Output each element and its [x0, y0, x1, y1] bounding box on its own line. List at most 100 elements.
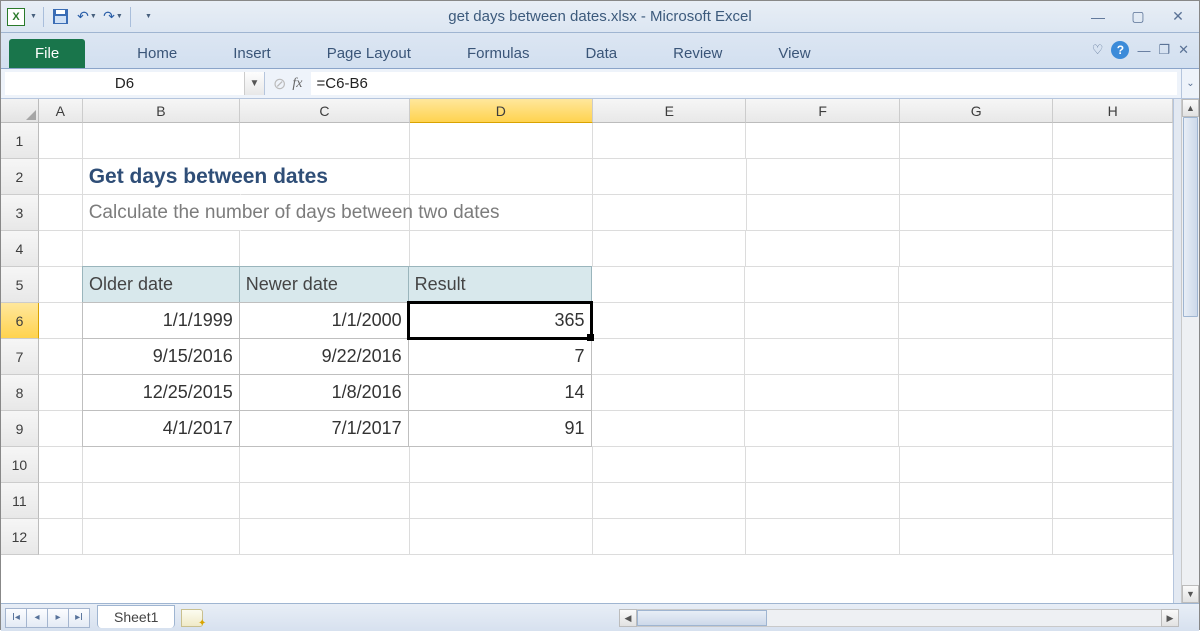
- row-header[interactable]: 9: [1, 411, 39, 447]
- scroll-thumb[interactable]: [637, 610, 767, 626]
- cell[interactable]: [746, 483, 899, 519]
- cell[interactable]: [592, 375, 746, 411]
- cell[interactable]: [39, 267, 83, 303]
- cell[interactable]: [39, 483, 83, 519]
- cell[interactable]: [240, 519, 409, 555]
- tab-review[interactable]: Review: [651, 39, 744, 68]
- minimize-button[interactable]: ―: [1085, 8, 1111, 26]
- select-all-corner[interactable]: [1, 99, 39, 123]
- cell[interactable]: [900, 519, 1053, 555]
- cell[interactable]: [1053, 303, 1173, 339]
- cell[interactable]: [746, 123, 899, 159]
- cell[interactable]: [899, 375, 1053, 411]
- cell[interactable]: [83, 447, 240, 483]
- cell[interactable]: [83, 519, 240, 555]
- col-header-c[interactable]: C: [240, 99, 409, 123]
- new-sheet-button[interactable]: [181, 609, 203, 627]
- cell[interactable]: [1053, 195, 1173, 231]
- cell[interactable]: 4/1/2017: [82, 410, 240, 447]
- cell[interactable]: [83, 483, 240, 519]
- close-button[interactable]: ✕: [1165, 8, 1191, 26]
- cell[interactable]: [746, 447, 899, 483]
- cell[interactable]: [1053, 267, 1173, 303]
- cell[interactable]: [745, 303, 899, 339]
- cell[interactable]: [83, 123, 240, 159]
- cancel-icon[interactable]: ⊘: [273, 74, 286, 94]
- cell[interactable]: [1053, 339, 1173, 375]
- tab-home[interactable]: Home: [115, 39, 199, 68]
- cell[interactable]: 1/1/2000: [239, 302, 409, 339]
- cell[interactable]: 7/1/2017: [239, 410, 409, 447]
- cell[interactable]: [747, 159, 900, 195]
- row-header[interactable]: 11: [1, 483, 39, 519]
- row-header[interactable]: 5: [1, 267, 39, 303]
- row-header[interactable]: 12: [1, 519, 39, 555]
- cell[interactable]: [240, 123, 409, 159]
- cell[interactable]: [593, 519, 746, 555]
- cell[interactable]: 9/15/2016: [82, 338, 240, 375]
- cell[interactable]: [1053, 375, 1173, 411]
- grid[interactable]: A B C D E F G H 12Get days between dates…: [1, 99, 1173, 603]
- cell[interactable]: [593, 195, 746, 231]
- sheet-tab[interactable]: Sheet1: [97, 605, 175, 628]
- cell[interactable]: [410, 231, 593, 267]
- cell[interactable]: [240, 483, 409, 519]
- cell[interactable]: [410, 159, 593, 195]
- tab-view[interactable]: View: [756, 39, 832, 68]
- cell[interactable]: [900, 195, 1053, 231]
- tab-insert[interactable]: Insert: [211, 39, 293, 68]
- cell[interactable]: [745, 375, 899, 411]
- cell[interactable]: [900, 123, 1053, 159]
- sheet-nav-last[interactable]: ▸I: [68, 608, 90, 628]
- horizontal-scrollbar[interactable]: ◀ ▶: [619, 609, 1179, 627]
- tab-data[interactable]: Data: [563, 39, 639, 68]
- cell[interactable]: [592, 339, 746, 375]
- tab-page-layout[interactable]: Page Layout: [305, 39, 433, 68]
- workbook-close-button[interactable]: ✕: [1178, 42, 1189, 58]
- cell[interactable]: 12/25/2015: [82, 374, 240, 411]
- cell[interactable]: [593, 483, 746, 519]
- cell[interactable]: [410, 519, 593, 555]
- cell[interactable]: [745, 411, 899, 447]
- cell[interactable]: [39, 303, 83, 339]
- cell[interactable]: [240, 231, 409, 267]
- cell[interactable]: [747, 195, 900, 231]
- row-header[interactable]: 4: [1, 231, 39, 267]
- scroll-thumb[interactable]: [1183, 117, 1198, 317]
- cell[interactable]: [592, 303, 746, 339]
- excel-icon[interactable]: [7, 8, 25, 26]
- col-header-h[interactable]: H: [1053, 99, 1173, 123]
- cell[interactable]: [39, 519, 83, 555]
- scroll-right-button[interactable]: ▶: [1161, 609, 1179, 627]
- save-button[interactable]: [50, 6, 72, 28]
- cell[interactable]: [1053, 483, 1173, 519]
- col-header-e[interactable]: E: [593, 99, 746, 123]
- sheet-nav-prev[interactable]: ◂: [26, 608, 48, 628]
- col-header-d[interactable]: D: [410, 99, 593, 123]
- cell[interactable]: [745, 339, 899, 375]
- tab-formulas[interactable]: Formulas: [445, 39, 552, 68]
- cell[interactable]: [39, 123, 83, 159]
- cell[interactable]: [900, 447, 1053, 483]
- cell[interactable]: [39, 195, 83, 231]
- cell[interactable]: 365: [408, 302, 592, 339]
- redo-button[interactable]: ▼: [102, 6, 124, 28]
- cell[interactable]: [593, 447, 746, 483]
- cell[interactable]: 1/1/1999: [82, 302, 240, 339]
- cell[interactable]: Newer date: [239, 266, 409, 303]
- cell[interactable]: [39, 231, 83, 267]
- col-header-b[interactable]: B: [83, 99, 240, 123]
- help-icon[interactable]: ?: [1111, 41, 1129, 59]
- file-tab[interactable]: File: [9, 39, 85, 68]
- formula-input[interactable]: =C6-B6: [311, 72, 1177, 95]
- cell[interactable]: [899, 411, 1053, 447]
- sheet-nav-first[interactable]: I◂: [5, 608, 27, 628]
- sheet-nav-next[interactable]: ▸: [47, 608, 69, 628]
- cell[interactable]: Get days between dates: [83, 159, 241, 195]
- cell[interactable]: [39, 411, 83, 447]
- cell[interactable]: [39, 447, 83, 483]
- row-header[interactable]: 8: [1, 375, 39, 411]
- cell[interactable]: Result: [408, 266, 592, 303]
- cell[interactable]: [900, 483, 1053, 519]
- cell[interactable]: [899, 339, 1053, 375]
